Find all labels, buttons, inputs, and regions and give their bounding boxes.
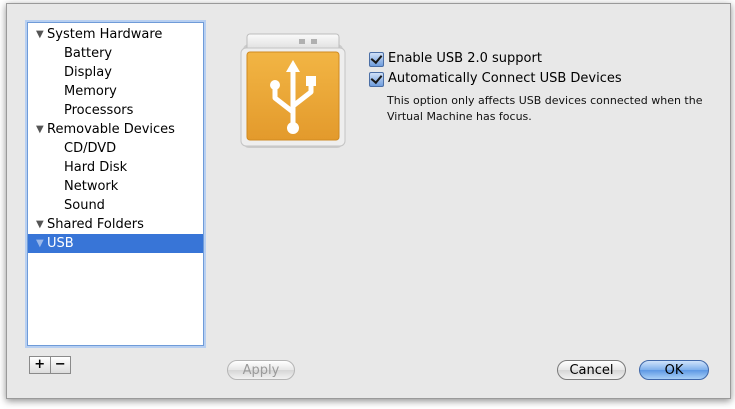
tree-item-battery[interactable]: Battery bbox=[28, 44, 203, 63]
tree-item-label: CD/DVD bbox=[64, 141, 117, 156]
tree-item-sound[interactable]: Sound bbox=[28, 196, 203, 215]
enable-usb2-checkbox[interactable] bbox=[369, 51, 384, 67]
ok-button[interactable]: OK bbox=[639, 360, 709, 380]
tree-group-shared-folders[interactable]: ▼ Shared Folders bbox=[28, 215, 203, 234]
settings-tree[interactable]: ▼ System Hardware Battery Display Memory… bbox=[27, 22, 204, 346]
tree-item-label: Memory bbox=[64, 84, 117, 99]
tree-item-label: Battery bbox=[64, 46, 113, 61]
tree-item-processors[interactable]: Processors bbox=[28, 101, 203, 120]
tree-item-network[interactable]: Network bbox=[28, 177, 203, 196]
auto-connect-label: Automatically Connect USB Devices bbox=[388, 71, 622, 86]
disclosure-triangle-icon[interactable]: ▼ bbox=[36, 234, 46, 253]
cancel-button[interactable]: Cancel bbox=[557, 360, 626, 380]
auto-connect-row[interactable]: Automatically Connect USB Devices bbox=[369, 70, 622, 88]
apply-button[interactable]: Apply bbox=[227, 360, 295, 380]
tree-group-label: Shared Folders bbox=[47, 217, 144, 232]
remove-button[interactable]: − bbox=[49, 357, 71, 373]
tree-group-label: System Hardware bbox=[47, 27, 163, 42]
tree-item-hard-disk[interactable]: Hard Disk bbox=[28, 158, 203, 177]
tree-group-system-hardware[interactable]: ▼ System Hardware bbox=[28, 25, 203, 44]
tree-item-label: Hard Disk bbox=[64, 160, 128, 175]
tree-item-label: Network bbox=[64, 179, 119, 194]
disclosure-triangle-icon[interactable]: ▼ bbox=[36, 25, 46, 44]
usb-hint-text: This option only affects USB devices con… bbox=[387, 94, 703, 123]
tree-group-label: Removable Devices bbox=[47, 122, 175, 137]
tree-group-usb[interactable]: ▼ USB bbox=[28, 234, 203, 253]
tree-group-removable-devices[interactable]: ▼ Removable Devices bbox=[28, 120, 203, 139]
disclosure-triangle-icon[interactable]: ▼ bbox=[36, 215, 46, 234]
add-remove-control: + − bbox=[29, 356, 71, 374]
tree-item-label: Processors bbox=[64, 103, 134, 118]
auto-connect-checkbox[interactable] bbox=[369, 71, 384, 87]
settings-window: ▼ System Hardware Battery Display Memory… bbox=[6, 3, 731, 399]
tree-item-label: Sound bbox=[64, 198, 105, 213]
usb-icon bbox=[240, 33, 346, 148]
tree-group-label: USB bbox=[47, 236, 74, 251]
tree-item-cd-dvd[interactable]: CD/DVD bbox=[28, 139, 203, 158]
enable-usb2-row[interactable]: Enable USB 2.0 support bbox=[369, 50, 542, 68]
tree-item-memory[interactable]: Memory bbox=[28, 82, 203, 101]
disclosure-triangle-icon[interactable]: ▼ bbox=[36, 120, 46, 139]
enable-usb2-label: Enable USB 2.0 support bbox=[388, 51, 542, 66]
add-button[interactable]: + bbox=[30, 357, 50, 373]
tree-item-label: Display bbox=[64, 65, 112, 80]
tree-item-display[interactable]: Display bbox=[28, 63, 203, 82]
